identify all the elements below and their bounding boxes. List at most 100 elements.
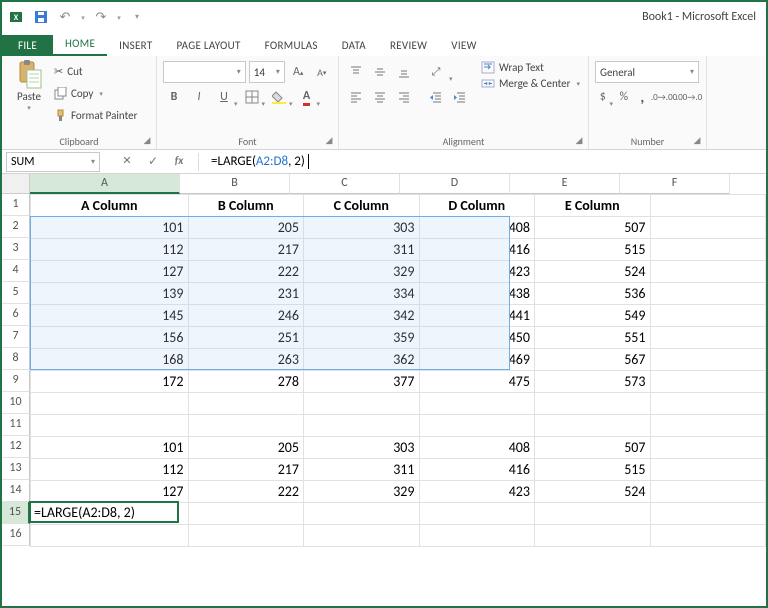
- cell-C8[interactable]: 362: [304, 349, 420, 371]
- cell-D12[interactable]: 408: [419, 437, 535, 459]
- cell-B1[interactable]: B Column: [188, 195, 304, 217]
- cell-D11[interactable]: [419, 415, 535, 437]
- row-header-4[interactable]: 4: [2, 260, 30, 282]
- align-center-icon[interactable]: [369, 86, 391, 108]
- cell-E14[interactable]: 524: [535, 481, 651, 503]
- cell-E6[interactable]: 549: [535, 305, 651, 327]
- cell-B13[interactable]: 217: [188, 459, 304, 481]
- cell-A7[interactable]: 156: [31, 327, 189, 349]
- cell-F13[interactable]: [650, 459, 766, 481]
- col-header-B[interactable]: B: [180, 174, 290, 194]
- cell-E1[interactable]: E Column: [535, 195, 651, 217]
- cell-A3[interactable]: 112: [31, 239, 189, 261]
- cell-C16[interactable]: [304, 525, 420, 547]
- tab-data[interactable]: DATA: [330, 35, 378, 56]
- cell-C2[interactable]: 303: [304, 217, 420, 239]
- cell-F6[interactable]: [650, 305, 766, 327]
- cell-D15[interactable]: [419, 503, 535, 525]
- row-header-3[interactable]: 3: [2, 238, 30, 260]
- underline-button[interactable]: U: [213, 86, 235, 108]
- number-launcher-icon[interactable]: ◢: [691, 135, 703, 147]
- italic-button[interactable]: I: [188, 86, 210, 108]
- row-header-13[interactable]: 13: [2, 458, 30, 480]
- cell-C15[interactable]: [304, 503, 420, 525]
- tab-file[interactable]: FILE: [2, 35, 53, 56]
- font-launcher-icon[interactable]: ◢: [323, 135, 335, 147]
- font-size-combo[interactable]: 14▾: [249, 61, 285, 83]
- cell-A4[interactable]: 127: [31, 261, 189, 283]
- paste-button[interactable]: Paste ▾: [8, 58, 50, 125]
- col-header-F[interactable]: F: [620, 174, 730, 194]
- cell-D3[interactable]: 416: [419, 239, 535, 261]
- row-header-1[interactable]: 1: [2, 194, 30, 216]
- copy-button[interactable]: Copy▾: [54, 83, 137, 103]
- cell-B9[interactable]: 278: [188, 371, 304, 393]
- cell-E16[interactable]: [535, 525, 651, 547]
- cell-A2[interactable]: 101: [31, 217, 189, 239]
- cell-F12[interactable]: [650, 437, 766, 459]
- cell-D2[interactable]: 408: [419, 217, 535, 239]
- cell-E12[interactable]: 507: [535, 437, 651, 459]
- col-header-C[interactable]: C: [290, 174, 400, 194]
- cell-B16[interactable]: [188, 525, 304, 547]
- row-header-6[interactable]: 6: [2, 304, 30, 326]
- format-painter-button[interactable]: Format Painter: [54, 105, 137, 125]
- cell-E13[interactable]: 515: [535, 459, 651, 481]
- col-header-D[interactable]: D: [400, 174, 510, 194]
- cell-D16[interactable]: [419, 525, 535, 547]
- cell-F7[interactable]: [650, 327, 766, 349]
- cell-C1[interactable]: C Column: [304, 195, 420, 217]
- cell-D4[interactable]: 423: [419, 261, 535, 283]
- cut-button[interactable]: ✂Cut: [54, 61, 137, 81]
- cell-E3[interactable]: 515: [535, 239, 651, 261]
- align-bottom-icon[interactable]: [393, 61, 415, 83]
- cell-B14[interactable]: 222: [188, 481, 304, 503]
- cell-B11[interactable]: [188, 415, 304, 437]
- enter-formula-button[interactable]: ✓: [140, 154, 166, 169]
- cancel-formula-button[interactable]: ✕: [114, 154, 140, 169]
- redo-icon[interactable]: ↷: [90, 6, 112, 28]
- cell-D6[interactable]: 441: [419, 305, 535, 327]
- cell-A8[interactable]: 168: [31, 349, 189, 371]
- editing-cell[interactable]: =LARGE(A2:D8, 2): [29, 501, 179, 523]
- cell-F4[interactable]: [650, 261, 766, 283]
- cell-A11[interactable]: [31, 415, 189, 437]
- cell-B2[interactable]: 205: [188, 217, 304, 239]
- font-color-icon[interactable]: A: [296, 86, 318, 108]
- cell-D13[interactable]: 416: [419, 459, 535, 481]
- cell-E10[interactable]: [535, 393, 651, 415]
- row-header-5[interactable]: 5: [2, 282, 30, 304]
- redo-dropdown-icon[interactable]: ▾: [114, 6, 124, 28]
- increase-decimal-icon[interactable]: .0→.00: [653, 86, 675, 108]
- row-header-9[interactable]: 9: [2, 370, 30, 392]
- undo-icon[interactable]: ↶: [54, 6, 76, 28]
- cell-D8[interactable]: 469: [419, 349, 535, 371]
- bold-button[interactable]: B: [163, 86, 185, 108]
- currency-button[interactable]: $: [595, 86, 611, 108]
- cell-F5[interactable]: [650, 283, 766, 305]
- cell-F16[interactable]: [650, 525, 766, 547]
- row-header-8[interactable]: 8: [2, 348, 30, 370]
- cell-A1[interactable]: A Column: [31, 195, 189, 217]
- name-box[interactable]: SUM▾: [6, 152, 100, 172]
- cell-B8[interactable]: 263: [188, 349, 304, 371]
- tab-page-layout[interactable]: PAGE LAYOUT: [164, 35, 252, 56]
- select-all-corner[interactable]: [2, 174, 30, 194]
- row-header-14[interactable]: 14: [2, 480, 30, 502]
- cell-A5[interactable]: 139: [31, 283, 189, 305]
- row-header-11[interactable]: 11: [2, 414, 30, 436]
- cell-A16[interactable]: [31, 525, 189, 547]
- cell-F15[interactable]: [650, 503, 766, 525]
- cell-B10[interactable]: [188, 393, 304, 415]
- insert-function-button[interactable]: fx: [166, 154, 192, 169]
- cell-C10[interactable]: [304, 393, 420, 415]
- orientation-icon[interactable]: ⤢: [425, 61, 447, 83]
- cell-A9[interactable]: 172: [31, 371, 189, 393]
- tab-view[interactable]: VIEW: [439, 35, 488, 56]
- font-name-combo[interactable]: ▾: [163, 61, 246, 83]
- align-middle-icon[interactable]: [369, 61, 391, 83]
- cell-A12[interactable]: 101: [31, 437, 189, 459]
- row-header-7[interactable]: 7: [2, 326, 30, 348]
- undo-dropdown-icon[interactable]: ▾: [78, 6, 88, 28]
- col-header-A[interactable]: A: [30, 174, 180, 194]
